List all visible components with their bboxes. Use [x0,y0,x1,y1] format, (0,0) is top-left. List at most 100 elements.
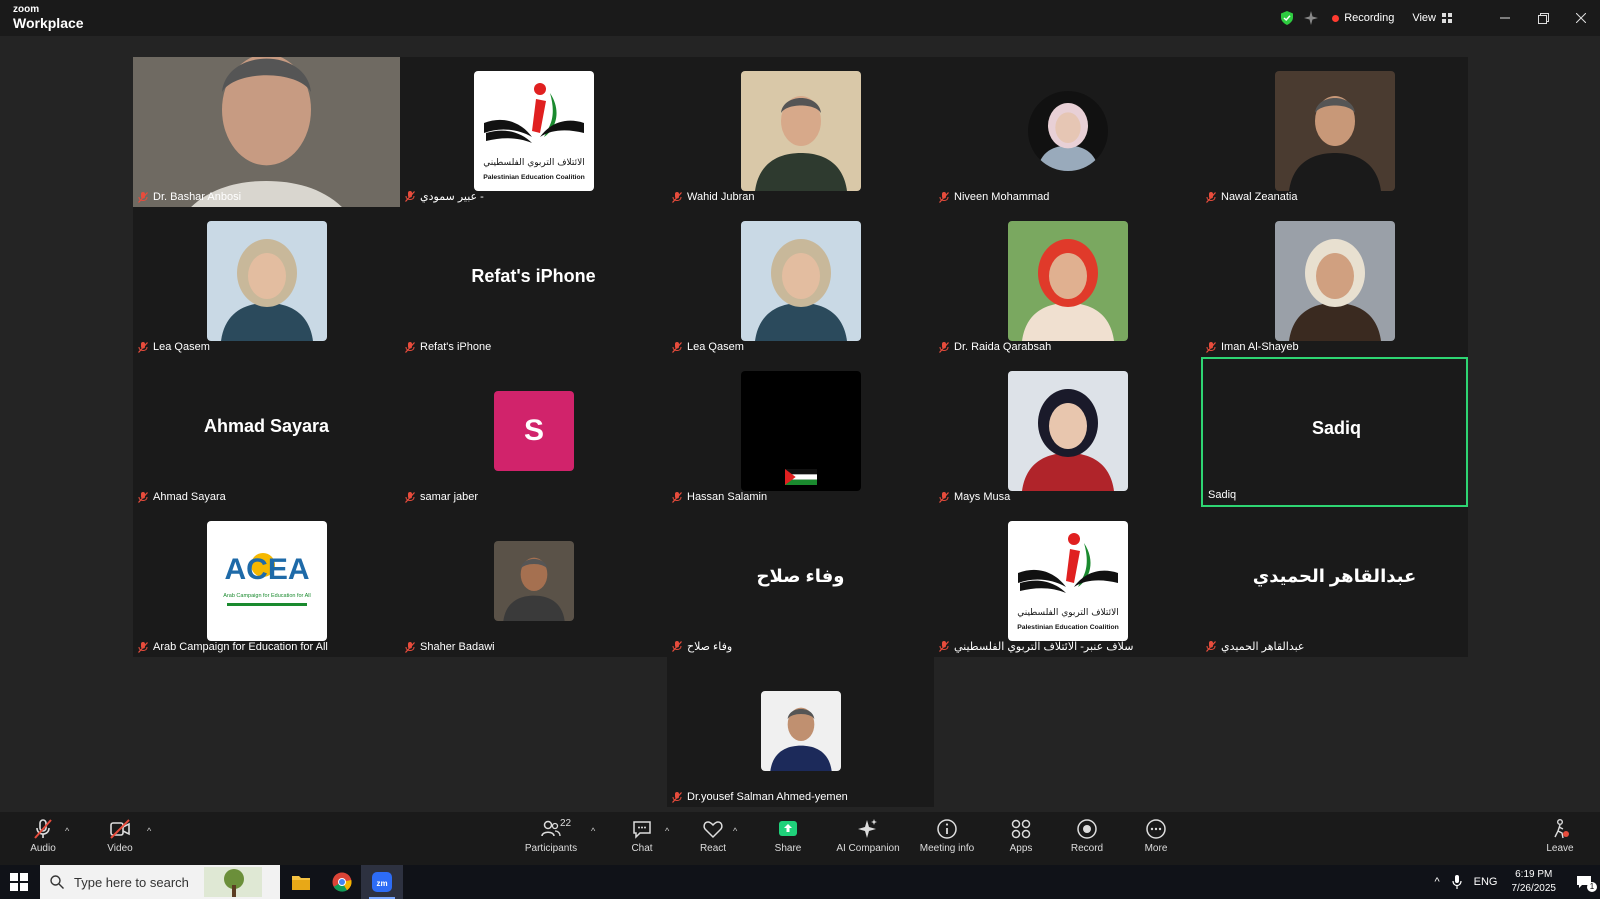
participant-display-name: وفاء صلاح [756,565,845,586]
participant-tile[interactable]: Wahid Jubran [667,57,934,207]
zoom-logo: zoom Workplace [13,5,84,31]
zoom-app: zoom Workplace Recording View Dr. Bashar… [0,0,1600,899]
title-bar-controls: Recording View [1280,0,1600,36]
meeting-toolbar: Audio ^ Video ^ 22 Participants ^ Chat ^… [0,812,1600,865]
recording-indicator[interactable]: Recording [1332,12,1394,24]
zoom-taskbar-button[interactable]: zm [361,865,403,899]
participant-tile[interactable]: Refat's iPhone Refat's iPhone [400,207,667,357]
notification-center-button[interactable]: 1 [1570,865,1600,899]
svg-text:الائتلاف التربوي الفلسطيني: الائتلاف التربوي الفلسطيني [1017,608,1119,618]
restore-button[interactable] [1524,0,1562,36]
chat-options-caret[interactable]: ^ [665,826,669,836]
view-button[interactable]: View [1412,12,1452,24]
participant-name: Shaher Badawi [420,641,495,653]
coalition-logo-avatar: الائتلاف التربوي الفلسطيني Palestinian Ed… [1008,521,1128,641]
participant-avatar [761,691,841,771]
participant-name: Nawal Zeanatia [1221,191,1298,203]
video-options-caret[interactable]: ^ [147,826,151,836]
record-button[interactable]: Record [1052,818,1122,854]
participant-tile[interactable]: الائتلاف التربوي الفلسطيني Palestinian Ed… [934,507,1201,657]
participant-tile[interactable]: Sadiq Sadiq [1201,357,1468,507]
acea-logo-avatar: ACEA Arab Campaign for Education for All [207,521,327,641]
tray-expand-chevron-icon[interactable]: ^ [1434,876,1439,888]
participant-name-label: Dr. Bashar Anbosi [138,191,241,203]
audio-button[interactable]: Audio [8,818,78,854]
participant-name: Lea Qasem [687,341,744,353]
participant-tile[interactable]: Dr. Bashar Anbosi [133,57,400,207]
apps-button[interactable]: Apps [986,818,1056,854]
camera-off-icon [110,819,130,839]
svg-text:ACEA: ACEA [224,553,309,586]
meeting-info-label: Meeting info [919,843,975,854]
minimize-button[interactable] [1486,0,1524,36]
participants-button[interactable]: 22 Participants [516,818,586,854]
meeting-info-button[interactable]: Meeting info [912,818,982,854]
participant-name-label: Refat's iPhone [405,341,491,353]
participant-name-label: samar jaber [405,491,478,503]
recording-label: Recording [1344,12,1395,24]
participant-name: Dr. Raida Qarabsah [954,341,1052,353]
participant-avatar [741,221,861,341]
leave-icon [1554,819,1569,839]
participant-name-label: وفاء صلاح [672,640,732,653]
muted-mic-icon [939,191,949,203]
participant-name-label: Shaher Badawi [405,641,495,653]
microphone-muted-icon [34,819,52,839]
palestine-flag-icon [785,469,817,485]
react-button[interactable]: React [678,818,748,854]
taskbar-search-box[interactable]: Type here to search [40,865,280,899]
zoom-app-icon: zm [372,872,392,892]
participant-tile[interactable]: Mays Musa [934,357,1201,507]
muted-mic-icon [672,641,682,652]
participant-avatar [1275,71,1395,191]
chat-label: Chat [631,843,653,854]
participant-tile[interactable]: Ahmad Sayara Ahmad Sayara [133,357,400,507]
participant-name: سلاف عنبر- الائتلاف التربوي الفلسطيني [954,641,1134,653]
windows-start-icon[interactable] [10,873,28,891]
windows-taskbar: Type here to search zm ^ ENG 6:19 PM 7/2… [0,865,1600,899]
ai-companion-button[interactable]: AI Companion [833,818,903,854]
participant-tile[interactable]: عبدالقاهر الحميدي عبدالقاهر الحميدي [1201,507,1468,657]
participant-name-label: Sadiq [1208,489,1236,501]
participant-tile[interactable]: Hassan Salamin [667,357,934,507]
leave-button[interactable]: Leave [1525,818,1595,854]
participant-name: Wahid Jubran [687,191,755,203]
more-label: More [1144,843,1168,854]
audio-options-caret[interactable]: ^ [65,826,69,836]
participant-tile[interactable]: الائتلاف التربوي الفلسطيني Palestinian Ed… [400,57,667,207]
participants-count: 22 [560,818,572,829]
ai-sparkle-icon[interactable] [1304,11,1319,25]
more-button[interactable]: More [1121,818,1191,854]
react-options-caret[interactable]: ^ [733,826,737,836]
participant-tile[interactable]: Dr.yousef Salman Ahmed-yemen [667,657,934,807]
taskbar-clock[interactable]: 6:19 PM 7/26/2025 [1512,868,1557,896]
participant-tile[interactable]: Nawal Zeanatia [1201,57,1468,207]
share-button[interactable]: Share [753,818,823,854]
svg-text:Arab Campaign for Education fo: Arab Campaign for Education for All [223,593,310,599]
muted-mic-icon [138,491,148,503]
chrome-icon[interactable] [332,872,352,892]
participant-tile[interactable]: Lea Qasem [667,207,934,357]
close-button[interactable] [1562,0,1600,36]
participant-tile[interactable]: Dr. Raida Qarabsah [934,207,1201,357]
system-tray: ^ ENG 6:19 PM 7/26/2025 1 [1434,865,1600,899]
file-explorer-icon[interactable] [291,873,311,891]
participant-tile[interactable]: Ssamar jaber [400,357,667,507]
coalition-logo-avatar: الائتلاف التربوي الفلسطيني Palestinian Ed… [474,71,594,191]
participants-options-caret[interactable]: ^ [591,826,595,836]
participant-tile[interactable]: Niveen Mohammad [934,57,1201,207]
participant-avatar [1008,221,1128,341]
chat-button[interactable]: Chat [607,818,677,854]
participant-tile[interactable]: Lea Qasem [133,207,400,357]
participant-tile[interactable]: Shaher Badawi [400,507,667,657]
security-shield-icon[interactable] [1280,11,1294,25]
video-button[interactable]: Video [85,818,155,854]
participant-tile[interactable]: وفاء صلاح وفاء صلاح [667,507,934,657]
participant-name: Iman Al-Shayeb [1221,341,1299,353]
participant-tile[interactable]: ACEA Arab Campaign for Education for All A… [133,507,400,657]
language-indicator[interactable]: ENG [1474,876,1498,888]
clock-time: 6:19 PM [1515,869,1553,880]
participant-tile[interactable]: Iman Al-Shayeb [1201,207,1468,357]
tray-microphone-icon[interactable] [1452,875,1462,889]
muted-mic-icon [138,641,148,653]
